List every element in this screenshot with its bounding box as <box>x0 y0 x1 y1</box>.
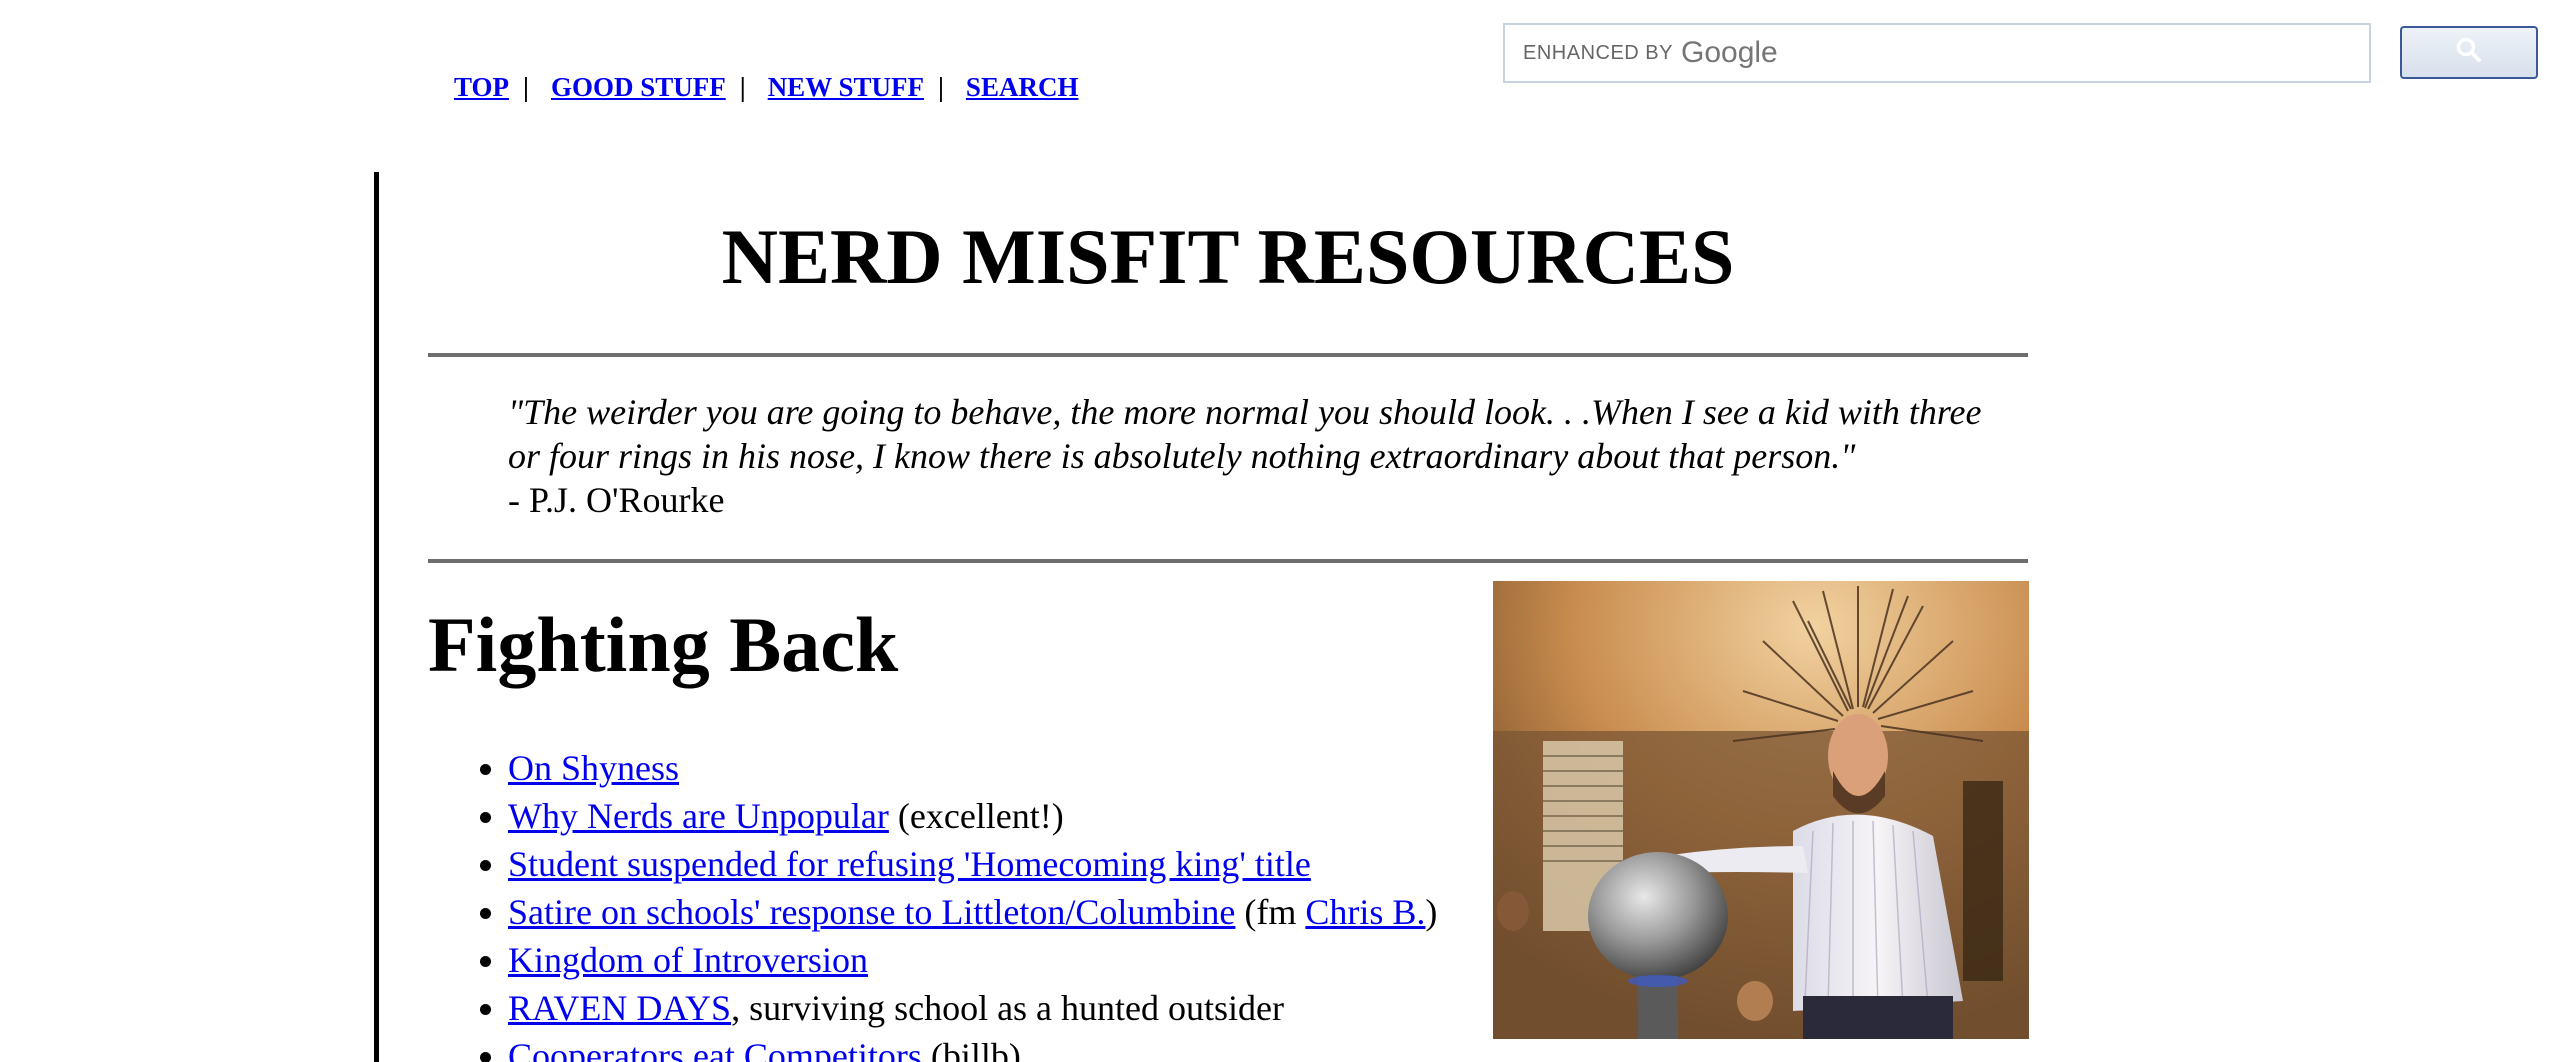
link-homecoming-king[interactable]: Student suspended for refusing 'Homecomi… <box>508 844 1311 884</box>
quote-author: - P.J. O'Rourke <box>508 480 725 520</box>
link-note: , surviving school as a hunted outsider <box>731 988 1284 1028</box>
list-item: Satire on schools' response to Littleton… <box>508 888 1437 936</box>
section-heading: Fighting Back <box>428 601 899 688</box>
page-title: NERD MISFIT RESOURCES <box>721 213 1735 300</box>
nav-separator: | <box>937 72 944 102</box>
list-item: Cooperators eat Competitors (billb) <box>508 1032 1437 1062</box>
list-item: Why Nerds are Unpopular (excellent!) <box>508 792 1437 840</box>
link-kingdom-introversion[interactable]: Kingdom of Introversion <box>508 940 868 980</box>
link-raven-days[interactable]: RAVEN DAYS <box>508 988 731 1028</box>
left-vertical-rule <box>374 172 379 1062</box>
link-note: (billb) <box>921 1036 1021 1062</box>
enhanced-by-label: ENHANCED BY <box>1523 41 1673 64</box>
list-item: Student suspended for refusing 'Homecomi… <box>508 840 1437 888</box>
link-cooperators[interactable]: Cooperators eat Competitors <box>508 1036 922 1062</box>
search-field[interactable]: ENHANCED BY Google <box>1503 23 2371 83</box>
search-icon <box>2456 37 2482 68</box>
quote-text: "The weirder you are going to behave, th… <box>508 392 1982 476</box>
van-de-graaff-photo <box>1493 581 2029 1039</box>
search-input[interactable] <box>1789 24 2369 82</box>
nav-separator: | <box>739 72 746 102</box>
link-note: (fm <box>1235 892 1306 932</box>
nav-good-stuff-link[interactable]: GOOD STUFF <box>551 72 726 102</box>
link-note: (excellent!) <box>888 796 1064 836</box>
nav-new-stuff-link[interactable]: NEW STUFF <box>768 72 924 102</box>
list-item: On Shyness <box>508 744 1437 792</box>
list-item: Kingdom of Introversion <box>508 936 1437 984</box>
nav-search-link[interactable]: SEARCH <box>966 72 1079 102</box>
link-note: ) <box>1425 892 1438 932</box>
divider <box>428 353 2028 357</box>
link-chris-b[interactable]: Chris B. <box>1305 892 1425 932</box>
link-list: On Shyness Why Nerds are Unpopular (exce… <box>466 744 1437 1062</box>
top-nav: TOP | GOOD STUFF | NEW STUFF | SEARCH <box>454 72 1078 103</box>
quote-block: "The weirder you are going to behave, th… <box>508 390 1988 522</box>
link-littleton-satire[interactable]: Satire on schools' response to Littleton… <box>508 892 1235 932</box>
list-item: RAVEN DAYS, surviving school as a hunted… <box>508 984 1437 1032</box>
nav-separator: | <box>523 72 529 102</box>
search-button[interactable] <box>2400 26 2538 79</box>
link-why-nerds-unpopular[interactable]: Why Nerds are Unpopular <box>508 796 889 836</box>
google-logo: Google <box>1680 36 1778 69</box>
divider <box>428 559 2028 563</box>
page: TOP | GOOD STUFF | NEW STUFF | SEARCH ENHANCED… <box>0 0 2560 1062</box>
link-on-shyness[interactable]: On Shyness <box>508 748 679 788</box>
nav-top-link[interactable]: TOP <box>454 72 509 102</box>
